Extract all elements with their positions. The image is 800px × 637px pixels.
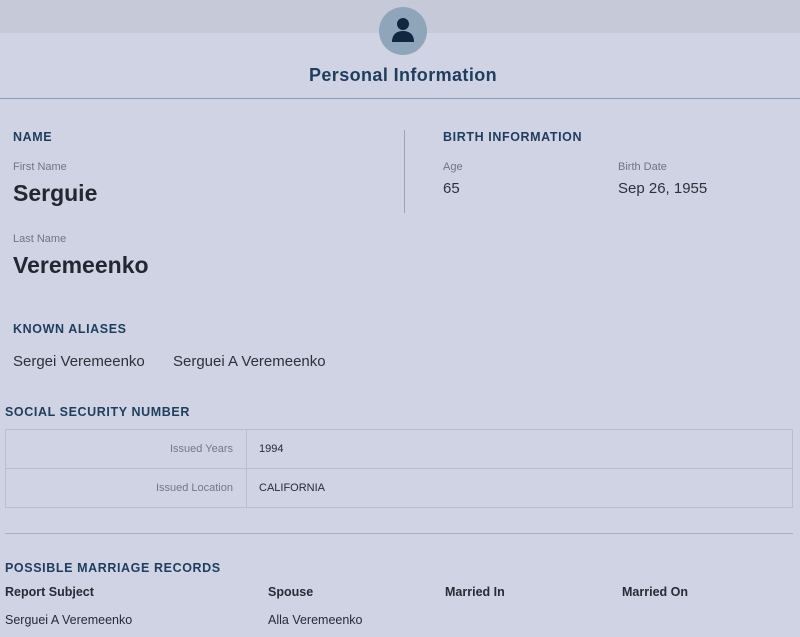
ssn-heading: SOCIAL SECURITY NUMBER	[5, 405, 190, 419]
column-header-spouse: Spouse	[268, 585, 314, 599]
user-icon	[392, 18, 414, 42]
column-header-married-on: Married On	[622, 585, 688, 599]
birth-heading: BIRTH INFORMATION	[443, 130, 583, 144]
issued-years-label: Issued Years	[5, 429, 247, 469]
table-row: Issued Years 1994	[5, 429, 793, 469]
age-label: Age	[443, 161, 463, 173]
issued-location-value: CALIFORNIA	[246, 468, 793, 508]
page-title: Personal Information	[308, 65, 498, 85]
title-divider	[0, 98, 800, 99]
report-subject-cell: Serguei A Veremeenko	[5, 613, 133, 627]
section-divider	[5, 533, 793, 534]
last-name-value: Veremeenko	[13, 252, 149, 278]
alias-item: Sergei Veremeenko	[13, 353, 145, 370]
column-header-report-subject: Report Subject	[5, 585, 94, 599]
first-name-label: First Name	[13, 161, 67, 173]
aliases-heading: KNOWN ALIASES	[13, 322, 127, 336]
first-name-value: Serguie	[13, 180, 98, 206]
name-heading: NAME	[13, 130, 53, 144]
spouse-cell: Alla Veremeenko	[268, 613, 363, 627]
age-value: 65	[443, 180, 460, 197]
column-divider	[404, 130, 405, 213]
birth-date-label: Birth Date	[618, 161, 667, 173]
marriage-heading: POSSIBLE MARRIAGE RECORDS	[5, 561, 221, 575]
column-header-married-in: Married In	[445, 585, 505, 599]
issued-location-label: Issued Location	[5, 468, 247, 508]
last-name-label: Last Name	[13, 233, 67, 245]
ssn-table: Issued Years 1994 Issued Location CALIFO…	[5, 429, 793, 508]
table-row: Issued Location CALIFORNIA	[5, 468, 793, 508]
birth-date-value: Sep 26, 1955	[618, 180, 708, 197]
issued-years-value: 1994	[246, 429, 793, 469]
avatar	[379, 7, 427, 55]
alias-item: Serguei A Veremeenko	[173, 353, 326, 370]
